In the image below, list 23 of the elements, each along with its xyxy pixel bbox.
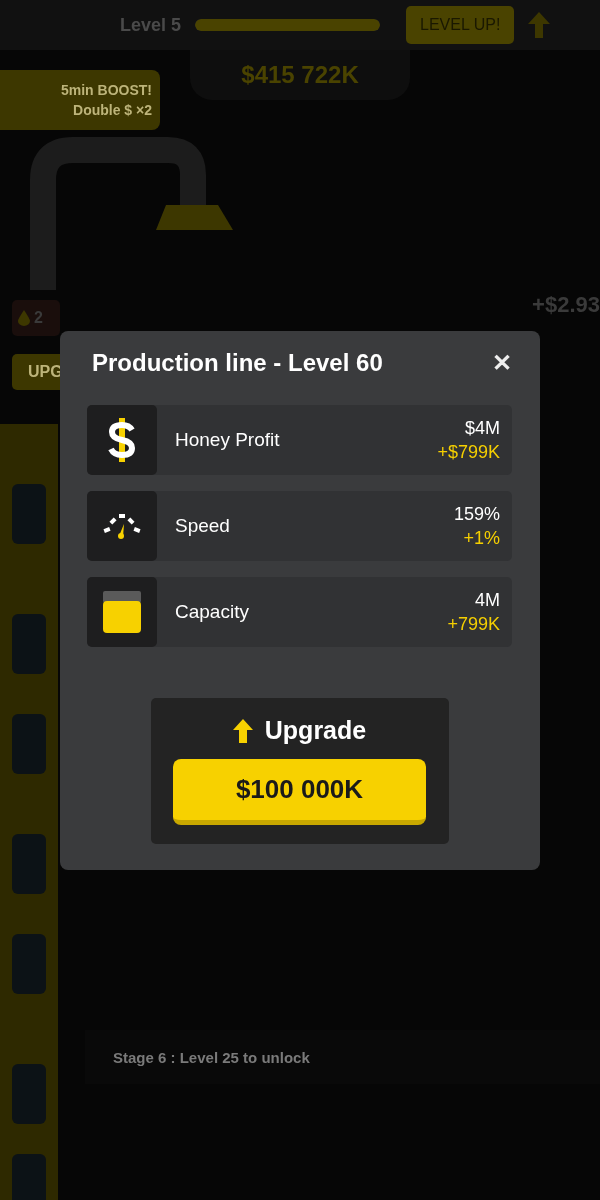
- level-label: Level 5: [120, 14, 182, 36]
- stat-value: 159%: [453, 503, 500, 525]
- speedometer-icon: [102, 512, 142, 540]
- money-counter: $415 722K: [190, 50, 410, 100]
- boost-title: 5min BOOST!: [61, 82, 152, 98]
- stat-label: Honey Profit: [175, 429, 281, 451]
- close-button[interactable]: ✕: [492, 349, 512, 377]
- dialog-title: Production line - Level 60: [92, 349, 383, 377]
- jar-icon: [102, 591, 142, 633]
- up-arrow-icon: [232, 718, 253, 743]
- up-arrow-icon: [528, 12, 551, 38]
- dollar-icon: [107, 418, 137, 462]
- stat-value: 4M: [475, 589, 500, 611]
- stat-value: $4M: [465, 417, 500, 439]
- stat-label: Capacity: [175, 601, 250, 623]
- boost-subtitle: Double $ ×2: [73, 102, 152, 118]
- stat-increase: +$799K: [437, 441, 500, 463]
- buy-upgrade-button[interactable]: $100 000K: [173, 759, 426, 825]
- stat-increase: +1%: [463, 527, 500, 549]
- boost-panel[interactable]: 5min BOOST! Double $ ×2: [0, 70, 160, 130]
- stat-label: Speed: [175, 515, 231, 537]
- stat-increase: +799K: [447, 613, 500, 635]
- upgrade-title: Upgrade: [264, 716, 367, 745]
